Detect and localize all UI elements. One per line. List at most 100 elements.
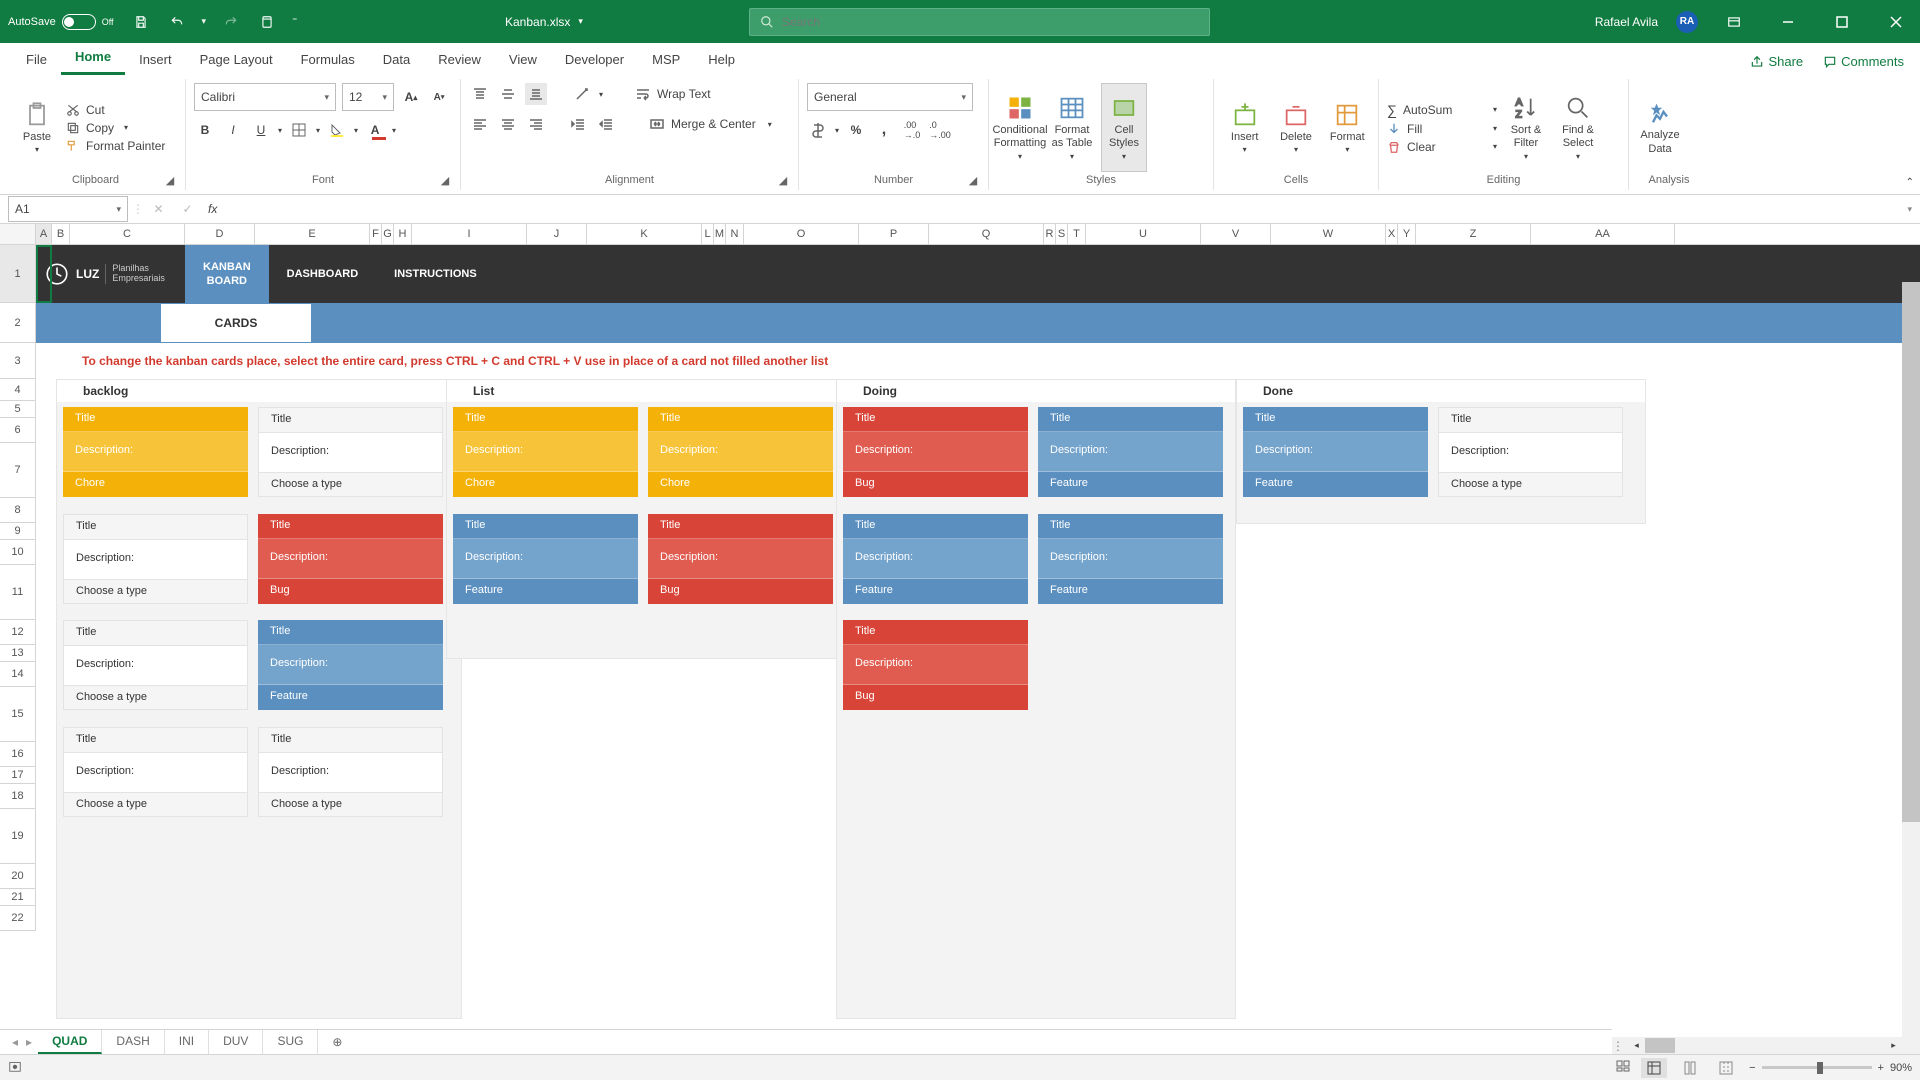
pagelayout-view-icon[interactable] <box>1677 1058 1703 1078</box>
expand-formula-icon[interactable]: ▾ <box>1899 204 1920 215</box>
kanban-card[interactable]: TitleDescription:Choose a type <box>63 727 248 824</box>
card-title[interactable]: Title <box>258 514 443 539</box>
card-type[interactable]: Choose a type <box>258 472 443 497</box>
sheet-tab-duv[interactable]: DUV <box>209 1030 263 1054</box>
font-name-select[interactable]: Calibri▾ <box>194 83 336 111</box>
col-header-N[interactable]: N <box>726 224 744 244</box>
card-type[interactable]: Feature <box>1038 579 1223 604</box>
kanban-card[interactable]: TitleDescription:Chore <box>63 407 248 504</box>
worksheet[interactable]: LUZ Planilhas Empresariais KANBANBOARDDA… <box>36 245 1920 1019</box>
kanban-card[interactable]: TitleDescription:Choose a type <box>1438 407 1623 504</box>
row-header-15[interactable]: 15 <box>0 687 36 742</box>
col-header-T[interactable]: T <box>1068 224 1086 244</box>
vertical-scrollbar[interactable] <box>1902 282 1920 1055</box>
col-header-K[interactable]: K <box>587 224 702 244</box>
formula-input[interactable] <box>223 196 1899 222</box>
card-type[interactable]: Chore <box>648 472 833 497</box>
kanban-card[interactable]: TitleDescription:Choose a type <box>258 727 443 824</box>
kanban-card[interactable]: TitleDescription:Bug <box>843 407 1028 504</box>
col-header-A[interactable]: A <box>36 224 52 244</box>
col-header-D[interactable]: D <box>185 224 255 244</box>
currency-icon[interactable] <box>807 119 829 141</box>
kanban-card[interactable]: TitleDescription:Feature <box>1038 514 1223 611</box>
card-title[interactable]: Title <box>843 407 1028 432</box>
card-description[interactable]: Description: <box>1438 432 1623 472</box>
clear-button[interactable]: Clear▾ <box>1387 140 1497 154</box>
tab-insert[interactable]: Insert <box>125 44 186 75</box>
search-box[interactable] <box>749 8 1210 36</box>
col-header-I[interactable]: I <box>412 224 527 244</box>
record-macro-icon[interactable] <box>8 1059 22 1076</box>
card-title[interactable]: Title <box>258 727 443 752</box>
col-header-P[interactable]: P <box>859 224 929 244</box>
alignment-dialog-icon[interactable]: ◢ <box>776 174 790 188</box>
fill-color-button[interactable] <box>326 119 348 141</box>
zoom-slider[interactable] <box>1762 1066 1872 1069</box>
card-description[interactable]: Description: <box>63 752 248 792</box>
merge-center-button[interactable]: Merge & Center▾ <box>649 116 772 132</box>
card-type[interactable]: Feature <box>1243 472 1428 497</box>
comments-button[interactable]: Comments <box>1819 48 1908 75</box>
card-type[interactable]: Choose a type <box>258 792 443 817</box>
row-header-11[interactable]: 11 <box>0 565 36 620</box>
card-type[interactable]: Bug <box>648 579 833 604</box>
save-icon[interactable] <box>130 11 152 33</box>
col-header-F[interactable]: F <box>370 224 382 244</box>
card-description[interactable]: Description: <box>843 539 1028 579</box>
col-header-Y[interactable]: Y <box>1398 224 1416 244</box>
tab-msp[interactable]: MSP <box>638 44 694 75</box>
sheet-tab-dash[interactable]: DASH <box>102 1030 164 1054</box>
tab-home[interactable]: Home <box>61 41 125 75</box>
delete-cells-button[interactable]: Delete▾ <box>1273 83 1318 172</box>
increase-decimal-icon[interactable]: .0→.00 <box>929 119 951 141</box>
kanban-card[interactable]: TitleDescription:Choose a type <box>63 620 248 717</box>
card-description[interactable]: Description: <box>63 539 248 579</box>
card-title[interactable]: Title <box>258 620 443 645</box>
search-input[interactable] <box>782 15 1199 29</box>
card-title[interactable]: Title <box>63 407 248 432</box>
close-icon[interactable] <box>1878 6 1914 38</box>
maximize-icon[interactable] <box>1824 6 1860 38</box>
row-header-21[interactable]: 21 <box>0 889 36 906</box>
fill-button[interactable]: Fill▾ <box>1387 122 1497 136</box>
tab-formulas[interactable]: Formulas <box>287 44 369 75</box>
card-description[interactable]: Description: <box>258 539 443 579</box>
row-header-17[interactable]: 17 <box>0 767 36 784</box>
card-title[interactable]: Title <box>63 514 248 539</box>
card-description[interactable]: Description: <box>258 752 443 792</box>
enter-formula-icon[interactable]: ✓ <box>182 202 192 216</box>
col-header-R[interactable]: R <box>1044 224 1056 244</box>
row-header-7[interactable]: 7 <box>0 443 36 498</box>
col-header-H[interactable]: H <box>394 224 412 244</box>
row-header-2[interactable]: 2 <box>0 303 36 343</box>
col-header-Z[interactable]: Z <box>1416 224 1531 244</box>
card-type[interactable]: Feature <box>843 579 1028 604</box>
card-type[interactable]: Chore <box>63 472 248 497</box>
card-description[interactable]: Description: <box>843 432 1028 472</box>
card-title[interactable]: Title <box>63 620 248 645</box>
row-header-4[interactable]: 4 <box>0 379 36 401</box>
kanban-card[interactable]: TitleDescription:Choose a type <box>258 407 443 504</box>
conditional-formatting-button[interactable]: Conditional Formatting▾ <box>997 83 1043 172</box>
analyze-data-button[interactable]: Analyze Data <box>1637 83 1683 172</box>
add-sheet-button[interactable]: ⊕ <box>324 1032 350 1052</box>
card-title[interactable]: Title <box>843 620 1028 645</box>
decrease-decimal-icon[interactable]: .00→.0 <box>901 119 923 141</box>
row-header-22[interactable]: 22 <box>0 906 36 931</box>
kanban-card[interactable]: TitleDescription:Bug <box>843 620 1028 717</box>
row-header-5[interactable]: 5 <box>0 401 36 418</box>
redo-icon[interactable] <box>220 11 242 33</box>
sheet-nav-last-icon[interactable]: ▸ <box>26 1035 32 1049</box>
format-painter-button[interactable]: Format Painter <box>66 139 165 153</box>
card-title[interactable]: Title <box>1038 407 1223 432</box>
sheet-tab-quad[interactable]: QUAD <box>38 1030 102 1054</box>
align-right-icon[interactable] <box>525 113 547 135</box>
borders-button[interactable] <box>288 119 310 141</box>
row-header-20[interactable]: 20 <box>0 864 36 889</box>
col-header-B[interactable]: B <box>52 224 70 244</box>
kanban-card[interactable]: TitleDescription:Feature <box>843 514 1028 611</box>
name-box[interactable]: A1▾ <box>8 196 128 222</box>
kanban-card[interactable]: TitleDescription:Feature <box>258 620 443 717</box>
card-type[interactable]: Feature <box>453 579 638 604</box>
card-description[interactable]: Description: <box>843 645 1028 685</box>
